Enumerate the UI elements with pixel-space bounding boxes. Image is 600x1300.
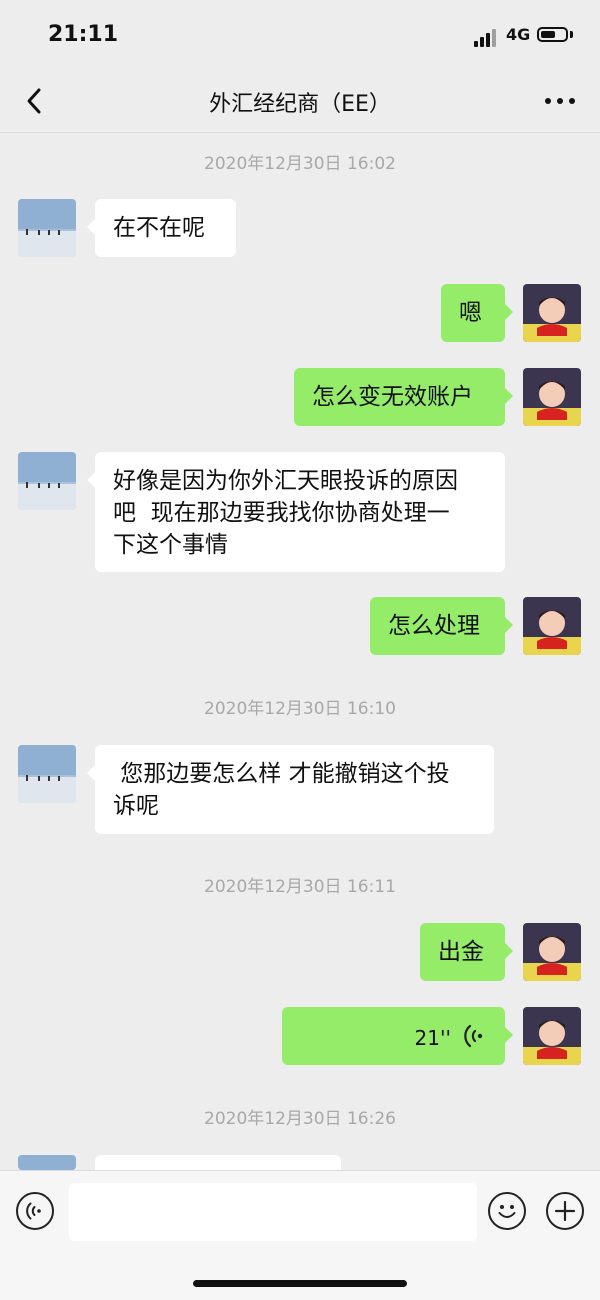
message-timestamp: 2020年12月30日 16:26 bbox=[204, 1109, 396, 1129]
home-indicator[interactable] bbox=[193, 1280, 407, 1287]
contact-avatar[interactable] bbox=[18, 745, 76, 803]
network-label: 4G bbox=[506, 25, 531, 44]
outgoing-message-bubble[interactable]: 怎么变无效账户 bbox=[294, 368, 513, 426]
incoming-message-bubble[interactable] bbox=[95, 1155, 341, 1170]
message-input[interactable] bbox=[69, 1183, 477, 1241]
status-bar: 21:11 4G bbox=[0, 0, 600, 70]
my-avatar[interactable] bbox=[523, 597, 581, 655]
emoji-icon[interactable] bbox=[488, 1192, 526, 1230]
contact-avatar[interactable] bbox=[18, 199, 76, 257]
voice-wave-icon bbox=[464, 1024, 483, 1048]
my-avatar[interactable] bbox=[523, 368, 581, 426]
plus-icon[interactable] bbox=[546, 1192, 584, 1230]
message-line: 诉呢 bbox=[113, 793, 159, 819]
contact-avatar[interactable] bbox=[18, 1155, 76, 1170]
message-line: 吧 现在那边要我找你协商处理一 bbox=[113, 500, 450, 526]
contact-avatar[interactable] bbox=[18, 452, 76, 510]
message-line: 好像是因为你外汇天眼投诉的原因 bbox=[113, 468, 458, 494]
more-dots-icon[interactable] bbox=[544, 98, 576, 106]
message-text: 嗯 bbox=[459, 300, 482, 326]
message-line: 您那边要怎么样 才能撤销这个投 bbox=[113, 761, 450, 787]
chat-header: 外汇经纪商（EE） bbox=[0, 70, 600, 133]
my-avatar[interactable] bbox=[523, 284, 581, 342]
battery-icon bbox=[537, 27, 568, 42]
voice-mode-icon[interactable] bbox=[16, 1192, 54, 1230]
message-text: 怎么变无效账户 bbox=[312, 384, 473, 410]
outgoing-message-bubble[interactable]: 怎么处理 bbox=[370, 597, 513, 655]
message-text: 怎么处理 bbox=[388, 613, 480, 639]
incoming-message-bubble[interactable]: 您那边要怎么样 才能撤销这个投 诉呢 bbox=[87, 745, 494, 834]
message-text: 在不在呢 bbox=[113, 215, 205, 241]
signal-icon bbox=[474, 29, 500, 47]
outgoing-message-bubble[interactable]: 嗯 bbox=[441, 284, 513, 342]
chat-title: 外汇经纪商（EE） bbox=[209, 92, 391, 117]
status-time: 21:11 bbox=[48, 22, 119, 47]
voice-duration: 21'' bbox=[414, 1026, 451, 1050]
my-avatar[interactable] bbox=[523, 923, 581, 981]
outgoing-message-bubble[interactable]: 出金 bbox=[420, 923, 513, 981]
outgoing-voice-message[interactable]: 21'' bbox=[282, 1007, 513, 1065]
message-text: 出金 bbox=[438, 939, 484, 965]
incoming-message-bubble[interactable]: 在不在呢 bbox=[87, 199, 236, 257]
message-line: 下这个事情 bbox=[113, 532, 228, 558]
incoming-message-bubble[interactable]: 好像是因为你外汇天眼投诉的原因 吧 现在那边要我找你协商处理一 下这个事情 bbox=[87, 452, 505, 572]
message-timestamp: 2020年12月30日 16:11 bbox=[204, 877, 396, 897]
message-timestamp: 2020年12月30日 16:02 bbox=[204, 154, 396, 174]
my-avatar[interactable] bbox=[523, 1007, 581, 1065]
chat-input-bar bbox=[0, 1170, 600, 1300]
message-timestamp: 2020年12月30日 16:10 bbox=[204, 699, 396, 719]
